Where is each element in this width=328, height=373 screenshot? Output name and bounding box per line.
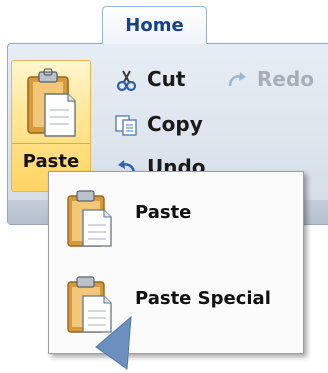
app-window: Home Paste Cut Redo Copy Undo Paste Past…	[0, 0, 328, 373]
mouse-pointer-icon	[95, 315, 132, 370]
